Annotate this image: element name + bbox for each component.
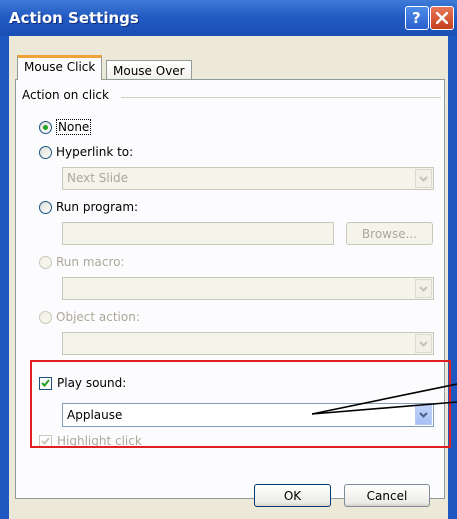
checkmark-icon <box>41 437 50 445</box>
browse-button[interactable]: Browse... <box>346 222 433 245</box>
dialog-title: Action Settings <box>9 9 139 27</box>
hyperlink-dropdown-arrow[interactable] <box>415 169 432 188</box>
object-action-combo[interactable] <box>62 332 434 355</box>
hyperlink-combo-value: Next Slide <box>67 171 129 185</box>
radio-run-program-button[interactable] <box>39 200 52 214</box>
object-action-dropdown-arrow[interactable] <box>415 334 432 353</box>
hyperlink-combo[interactable]: Next Slide <box>62 167 434 190</box>
group-label-action-on-click: Action on click <box>22 88 113 102</box>
highlight-click-label: Highlight click <box>57 434 142 448</box>
sound-combo[interactable]: Applause <box>62 403 434 427</box>
dialog-client-area: Mouse Click Mouse Over Action on click N… <box>9 36 448 519</box>
close-button[interactable] <box>430 6 454 30</box>
tab-mouse-click[interactable]: Mouse Click <box>17 55 103 80</box>
play-sound-checkbox[interactable]: Play sound: <box>39 376 126 390</box>
radio-none-button[interactable] <box>39 120 52 134</box>
radio-object-action-button[interactable] <box>39 310 52 324</box>
radio-none-label: None <box>56 119 92 135</box>
action-settings-dialog: Action Settings ? Mouse Click Mouse Over… <box>0 0 457 519</box>
radio-run-program-label: Run program: <box>56 200 139 214</box>
radio-run-program[interactable]: Run program: <box>39 200 138 214</box>
radio-run-macro-label: Run macro: <box>56 255 125 269</box>
question-icon: ? <box>412 10 421 26</box>
highlight-click-checkbox[interactable]: Highlight click <box>39 434 142 448</box>
chevron-down-icon <box>419 412 428 418</box>
sound-combo-value: Applause <box>67 408 123 422</box>
chevron-down-icon <box>419 175 428 182</box>
sound-dropdown-arrow[interactable] <box>415 405 432 425</box>
chevron-down-icon <box>419 285 428 292</box>
group-divider <box>121 97 441 98</box>
help-button[interactable]: ? <box>405 6 429 30</box>
run-macro-combo[interactable] <box>62 277 434 300</box>
window-frame-right <box>448 36 457 519</box>
ok-button[interactable]: OK <box>254 484 331 507</box>
highlight-click-check-box[interactable] <box>39 434 52 448</box>
close-icon <box>436 12 448 24</box>
radio-hyperlink-label: Hyperlink to: <box>56 145 134 159</box>
radio-hyperlink-button[interactable] <box>39 145 52 159</box>
play-sound-label: Play sound: <box>57 376 127 390</box>
cancel-button[interactable]: Cancel <box>344 484 430 507</box>
run-program-input[interactable] <box>62 222 334 245</box>
radio-run-macro[interactable]: Run macro: <box>39 255 125 269</box>
svg-text:?: ? <box>412 10 421 26</box>
radio-object-action[interactable]: Object action: <box>39 310 140 324</box>
radio-run-macro-button[interactable] <box>39 255 52 269</box>
play-sound-check-box[interactable] <box>39 376 52 390</box>
radio-hyperlink[interactable]: Hyperlink to: <box>39 145 133 159</box>
checkmark-icon <box>41 379 50 387</box>
radio-object-action-label: Object action: <box>56 310 140 324</box>
radio-none[interactable]: None <box>39 119 92 135</box>
window-frame-left <box>0 36 9 519</box>
title-bar: Action Settings ? <box>0 0 457 36</box>
chevron-down-icon <box>419 340 428 347</box>
run-macro-dropdown-arrow[interactable] <box>415 279 432 298</box>
